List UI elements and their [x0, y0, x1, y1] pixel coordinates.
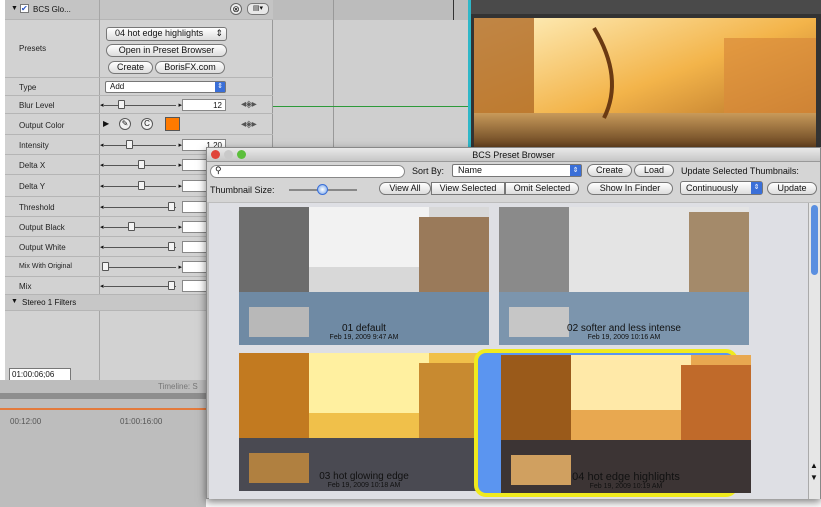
- timeline-label: Timeline: S: [158, 382, 198, 391]
- update-button[interactable]: Update: [767, 182, 817, 195]
- color-swatch[interactable]: [165, 117, 180, 131]
- thumbnail-name: 02 softer and less intense: [567, 323, 681, 334]
- deltax-slider[interactable]: ◂ ▸: [100, 160, 182, 170]
- show-in-finder-button[interactable]: Show In Finder: [587, 182, 673, 195]
- disclosure-triangle-icon[interactable]: ▶: [103, 119, 109, 128]
- presets-row: Presets 04 hot edge highlights ⇕ Open in …: [5, 20, 273, 78]
- timeline-tc-b: 01:00:16:00: [120, 417, 163, 426]
- timeline-tc-a: 00:12:00: [10, 417, 42, 426]
- viewer-edge: [468, 0, 471, 150]
- keyframe-icon[interactable]: ◂◈▸: [241, 99, 267, 112]
- mix-slider[interactable]: ◂: [100, 281, 182, 291]
- scrollbar-thumb[interactable]: [811, 205, 818, 275]
- keyframe-curve: [273, 106, 468, 107]
- zoom-icon[interactable]: [237, 150, 246, 159]
- blur-slider[interactable]: ◂ ▸: [100, 100, 182, 110]
- thumbnail-date: Feb 19, 2009 10:16 AM: [587, 334, 661, 341]
- timeline-ruler: [0, 393, 206, 399]
- update-thumbs-label: Update Selected Thumbnails:: [681, 166, 799, 176]
- open-preset-browser-button[interactable]: Open in Preset Browser: [106, 44, 227, 57]
- stereo-label: Stereo 1 Filters: [22, 298, 77, 307]
- close-icon[interactable]: [211, 150, 220, 159]
- update-mode-select[interactable]: Continuously ⇕: [680, 181, 763, 195]
- thumbnail-grid: 01 default Feb 19, 2009 9:47 AM 02 softe…: [209, 203, 809, 499]
- disclosure-triangle-icon[interactable]: ▼: [11, 5, 18, 12]
- playhead[interactable]: [453, 0, 454, 20]
- outblack-label: Output Black: [19, 223, 65, 232]
- sort-value: Name: [458, 165, 483, 175]
- filter-header: ▼ ✔ BCS Glo... ⊗ ▤▾: [5, 0, 273, 20]
- keyframe-timeline[interactable]: [273, 0, 468, 150]
- create-button[interactable]: Create: [108, 61, 153, 74]
- preset-value: 04 hot edge highlights: [115, 28, 204, 38]
- stepper-icon: ⇕: [215, 82, 225, 92]
- preset-browser-window: BCS Preset Browser ⚲ Sort By: Name ⇕ Crea…: [206, 147, 821, 499]
- window-title: BCS Preset Browser: [472, 150, 555, 160]
- output-color-row: Output Color ▶ ✎ C ◂◈▸: [5, 114, 273, 135]
- deltay-slider[interactable]: ◂ ▸: [100, 181, 182, 191]
- threshold-label: Threshold: [19, 203, 55, 212]
- minimize-icon[interactable]: [224, 150, 233, 159]
- thumbnail-date: Feb 19, 2009 9:47 AM: [329, 334, 399, 341]
- toolbar: ⚲ Sort By: Name ⇕ Create Load Update Sele…: [207, 162, 820, 202]
- thumb-size-slider[interactable]: [289, 184, 357, 196]
- filter-name: BCS Glo...: [33, 5, 71, 14]
- thumbnail-date: Feb 19, 2009 10:19 AM: [589, 483, 663, 490]
- eyedropper-icon[interactable]: ✎: [119, 118, 131, 130]
- blur-row: Blur Level ◂ ▸ 12 ◂◈▸: [5, 96, 273, 114]
- stepper-icon: ⇕: [215, 28, 223, 38]
- color-wheel-icon[interactable]: C: [141, 118, 153, 130]
- load-button[interactable]: Load: [634, 164, 674, 177]
- presets-label: Presets: [19, 44, 47, 53]
- deltax-label: Delta X: [19, 161, 46, 170]
- timeline-area: Timeline: S 00:12:00 01:00:16:00: [0, 380, 206, 507]
- omit-selected-button[interactable]: Omit Selected: [505, 182, 579, 195]
- vertical-scrollbar[interactable]: ▲ ▼: [808, 203, 820, 499]
- thumb-size-label: Thumbnail Size:: [210, 185, 275, 195]
- thumbnail-date: Feb 19, 2009 10:18 AM: [327, 482, 401, 489]
- outblack-slider[interactable]: ◂ ▸: [100, 222, 182, 232]
- view-selected-button[interactable]: View Selected: [431, 182, 505, 195]
- update-mode-value: Continuously: [686, 183, 739, 193]
- preset-select[interactable]: 04 hot edge highlights ⇕: [106, 27, 227, 41]
- disclosure-triangle-icon[interactable]: ▼: [11, 298, 18, 305]
- mixorig-slider[interactable]: ▸: [102, 262, 182, 272]
- type-label: Type: [19, 83, 37, 92]
- search-icon: ⚲: [215, 165, 222, 175]
- search-input[interactable]: ⚲: [210, 165, 405, 178]
- sort-by-label: Sort By:: [412, 166, 445, 176]
- reset-icon[interactable]: ⊗: [230, 3, 242, 15]
- outwhite-slider[interactable]: ◂: [100, 242, 182, 252]
- intensity-slider[interactable]: ◂ ▸: [100, 140, 182, 150]
- menu-icon[interactable]: ▤▾: [247, 3, 269, 15]
- stepper-icon: ⇕: [751, 182, 762, 194]
- title-bar[interactable]: BCS Preset Browser: [207, 148, 820, 162]
- stepper-icon: ⇕: [570, 165, 581, 176]
- thumbnail-name: 03 hot glowing edge: [319, 471, 409, 482]
- keyframe-icon[interactable]: ◂◈▸: [241, 119, 267, 132]
- blur-value[interactable]: 12: [182, 99, 226, 111]
- create-preset-button[interactable]: Create: [587, 164, 632, 177]
- sort-select[interactable]: Name ⇕: [452, 164, 582, 177]
- enable-checkbox[interactable]: ✔: [20, 4, 29, 13]
- viewer-image: [474, 18, 816, 150]
- borisfx-button[interactable]: BorisFX.com: [155, 61, 225, 74]
- thumbnail-name: 04 hot edge highlights: [572, 471, 680, 483]
- intensity-label: Intensity: [19, 141, 49, 150]
- thumbnail-name: 01 default: [342, 323, 386, 334]
- type-row: Type Add ⇕: [5, 78, 273, 96]
- outwhite-label: Output White: [19, 243, 66, 252]
- view-all-button[interactable]: View All: [379, 182, 431, 195]
- mix-label: Mix: [19, 282, 32, 291]
- blur-label: Blur Level: [19, 101, 55, 110]
- output-color-label: Output Color: [19, 121, 65, 130]
- type-value: Add: [110, 82, 125, 91]
- scroll-down-icon[interactable]: ▼: [810, 473, 818, 482]
- threshold-slider[interactable]: ◂: [100, 202, 182, 212]
- in-out-bar: [0, 408, 206, 410]
- type-select[interactable]: Add ⇕: [105, 81, 226, 93]
- mixorig-label: Mix With Original: [19, 263, 72, 270]
- scroll-up-icon[interactable]: ▲: [810, 461, 818, 470]
- deltay-label: Delta Y: [19, 182, 46, 191]
